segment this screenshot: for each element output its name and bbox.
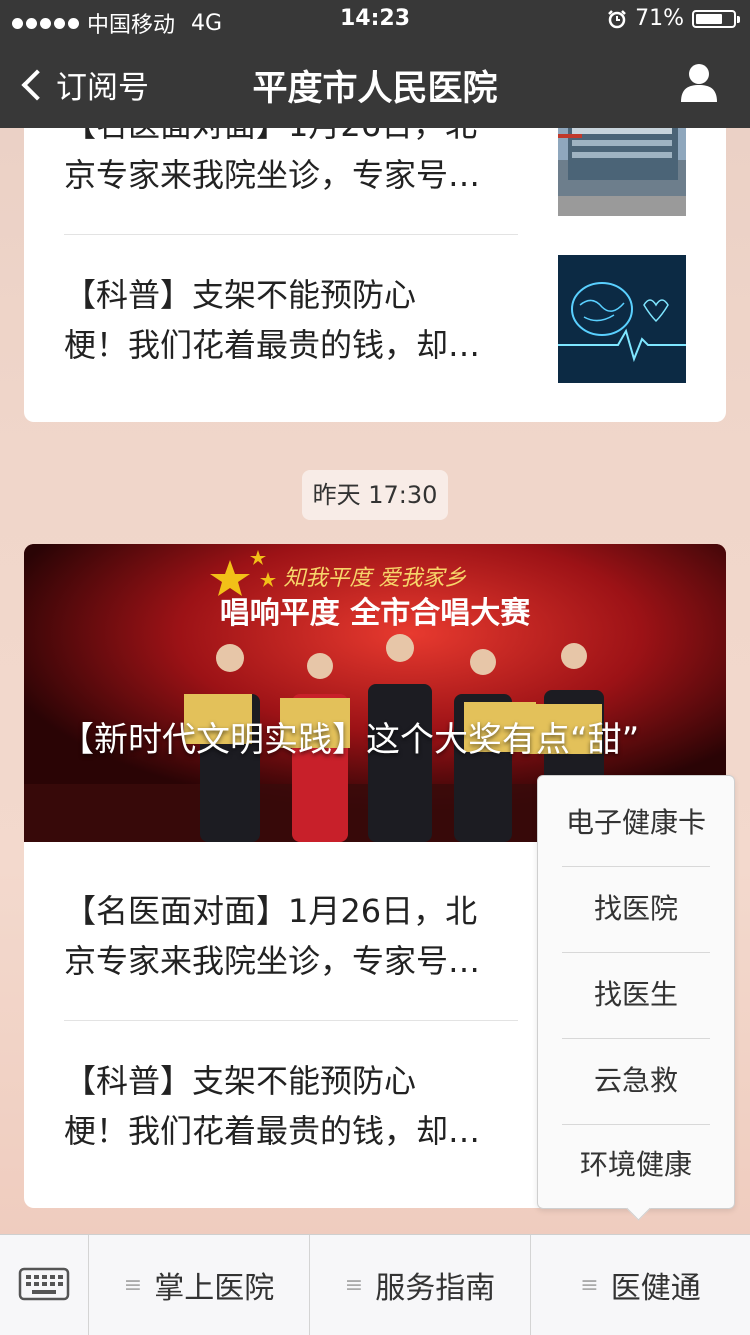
status-bar: 中国移动 4G 14:23 71%: [0, 0, 750, 40]
menu-item-find-doctor[interactable]: 找医生: [562, 952, 710, 1038]
menu-item-cloud-emergency[interactable]: 云急救: [562, 1038, 710, 1124]
battery-fill: [696, 13, 722, 24]
tab-label: 医健通: [610, 1271, 701, 1306]
article-title-line: 京专家来我院坐诊，专家号…: [64, 156, 481, 194]
top-bar: 中国移动 4G 14:23 71% 订阅号 平度市人民医院: [0, 0, 750, 128]
menu-item-find-hospital[interactable]: 找医院: [562, 866, 710, 952]
nav-bar: 订阅号 平度市人民医院: [0, 40, 750, 128]
menu-item-health-card[interactable]: 电子健康卡: [562, 780, 710, 866]
brain-heartbeat-image: [558, 255, 686, 383]
article-title-line: 梗！我们花着最贵的钱，却…: [64, 326, 481, 364]
timestamp-badge: 昨天 17:30: [302, 470, 448, 520]
banner-event-title: 唱响平度 全市合唱大赛: [219, 596, 531, 631]
article-title-line: 京专家来我院坐诊，专家号…: [64, 942, 481, 980]
article-title-line: 【名医面对面】1月26日，北: [64, 892, 478, 930]
back-button[interactable]: 订阅号: [20, 62, 149, 107]
back-label: 订阅号: [56, 70, 149, 106]
divider: [64, 1020, 518, 1021]
article-title-line: 梗！我们花着最贵的钱，却…: [64, 1112, 481, 1150]
tab-label: 掌上医院: [154, 1271, 275, 1306]
popup-menu: 电子健康卡 找医院 找医生 云急救 环境健康: [537, 775, 735, 1221]
person-icon[interactable]: [680, 62, 718, 102]
battery-percent: 71%: [635, 6, 684, 31]
tab-service-guide[interactable]: ≡ 服务指南: [310, 1235, 530, 1335]
battery-icon: [692, 9, 740, 28]
menu-lines-icon: ≡: [344, 1272, 364, 1298]
article-title-line: 【科普】支架不能预防心: [64, 1062, 417, 1100]
article-title-line: 【科普】支架不能预防心: [64, 276, 417, 314]
banner-headline: 【新时代文明实践】这个大奖有点“甜”: [60, 720, 640, 760]
tab-mobile-hospital[interactable]: ≡ 掌上医院: [89, 1235, 309, 1335]
article-card-top: 【名医面对面】1月26日，北 京专家来我院坐诊，专家号… 【科普】支架不能预防心…: [24, 100, 726, 422]
tab-label: 服务指南: [375, 1271, 496, 1306]
menu-lines-icon: ≡: [580, 1272, 599, 1298]
menu-item-environment-health[interactable]: 环境健康: [562, 1122, 710, 1208]
keyboard-icon[interactable]: [18, 1257, 70, 1309]
chevron-left-icon: [21, 68, 53, 101]
article-thumbnail-brain: [558, 255, 686, 383]
bottom-menu-bar: ≡ 掌上医院 ≡ 服务指南 ≡ 医健通: [0, 1234, 750, 1335]
tab-medical-health[interactable]: ≡ 医健通: [531, 1235, 750, 1335]
alarm-icon: [608, 9, 626, 28]
divider: [64, 234, 518, 235]
menu-lines-icon: ≡: [123, 1272, 143, 1298]
